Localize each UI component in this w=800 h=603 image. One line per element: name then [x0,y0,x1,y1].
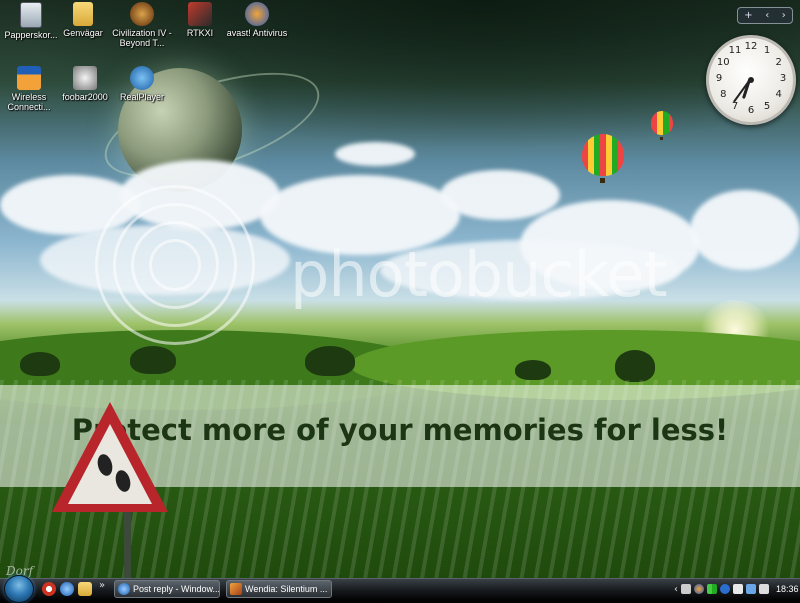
signal-tray-icon[interactable] [707,584,717,594]
media-player-icon [230,583,242,595]
network-tray-icon[interactable] [746,584,756,594]
sidebar-add-gadget-button[interactable]: + [744,10,752,21]
balloon-basket [660,137,663,140]
clock-number: 9 [715,73,723,84]
folder-icon [73,2,93,26]
opera-quicklaunch-icon[interactable] [42,582,56,596]
sign-post [124,512,131,578]
balloon-basket [600,178,605,183]
desktop-icon-label: foobar2000 [62,92,108,102]
volume-tray-icon[interactable] [759,584,769,594]
clock-number: 8 [720,89,727,100]
cloud [690,190,800,270]
clock-number: 10 [716,57,730,68]
tree [615,350,655,382]
desktop-icon-rtkxi[interactable]: RTKXI [169,2,231,38]
desktop-icon-label: Wireless Connecti... [7,92,51,112]
taskbar-button-label: Wendia: Silentium ... [245,584,328,594]
photobucket-logo [95,185,255,345]
desktop-icon-foobar[interactable]: foobar2000 [54,66,116,102]
bluetooth-tray-icon[interactable] [720,584,730,594]
clock-number: 4 [775,89,782,100]
desktop-icon-civilization[interactable]: Civilization IV - Beyond T... [111,2,173,48]
tray-expand-button[interactable]: ‹ [674,584,678,595]
internet-explorer-quicklaunch-icon[interactable] [60,582,74,596]
hot-air-balloon [582,134,624,176]
clock-gadget[interactable]: 12 1 2 3 4 5 6 7 8 9 10 11 [706,35,796,125]
desktop-icon-label: Civilization IV - Beyond T... [112,28,172,48]
avast-icon [245,2,269,26]
desktop-icon-label: Genvägar [63,28,103,38]
clock-number: 11 [728,45,742,57]
tray-clock[interactable]: 18:36 [776,584,799,594]
sidebar-next-button[interactable]: › [782,10,786,21]
taskbar-button-post-reply[interactable]: Post reply - Window... [114,580,220,598]
taskbar-button-label: Post reply - Window... [133,584,219,594]
desktop-icon-label: avast! Antivirus [226,28,288,38]
photobucket-wordmark: photobucket [290,238,668,311]
tree [305,346,355,376]
taskbar-button-wendia[interactable]: Wendia: Silentium ... [226,580,332,598]
desktop-icon-realplayer[interactable]: RealPlayer [111,66,173,102]
civilization-icon [130,2,154,26]
start-button[interactable] [4,575,34,603]
dlink-wireless-icon [17,66,41,90]
desktop-icon-avast[interactable]: avast! Antivirus [226,2,288,38]
recycle-bin-icon [20,2,42,28]
desktop-icon-wireless[interactable]: Wireless Connecti... [0,66,60,112]
realplayer-icon [130,66,154,90]
clock-number: 3 [779,73,787,84]
clock-number: 5 [763,100,771,112]
internet-explorer-icon [118,583,130,595]
desktop-icon-genvagar[interactable]: Genvägar [52,2,114,38]
tree [515,360,551,380]
system-tray: ‹ 18:36 [674,580,800,598]
foobar-icon [73,66,97,90]
clock-center-pin [748,77,754,83]
desktop-icon-label: RealPlayer [119,92,165,102]
tree [130,346,176,374]
quicklaunch-more-button[interactable]: » [99,580,105,591]
tree [20,352,60,376]
cloud [440,170,560,220]
rtkxi-icon [188,2,212,26]
clock-number: 6 [747,105,755,116]
cloud [335,142,415,166]
sidebar-prev-button[interactable]: ‹ [765,10,769,21]
sidebar-controls: + ‹ › [737,7,793,24]
clock-number: 2 [775,57,782,68]
battery-tray-icon[interactable] [733,584,743,594]
clock-number: 12 [744,41,758,52]
desktop-icon-label: RTKXI [186,28,214,38]
clock-number: 7 [731,100,739,112]
security-tray-icon[interactable] [681,584,691,594]
clock-number: 1 [763,45,771,57]
avast-tray-icon[interactable] [694,584,704,594]
hot-air-balloon [651,111,673,135]
folder-quicklaunch-icon[interactable] [78,582,92,596]
